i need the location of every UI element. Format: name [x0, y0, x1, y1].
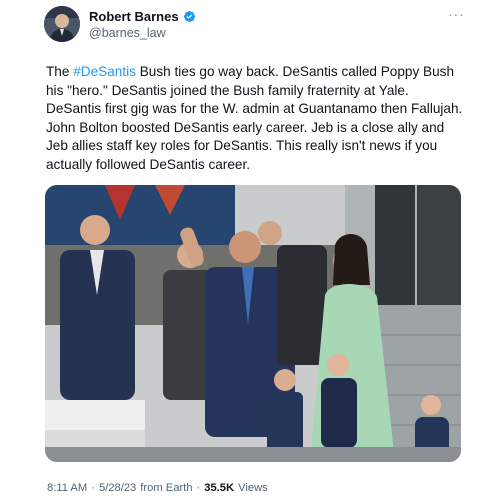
tweet-text-before: The [46, 64, 74, 79]
more-options-icon[interactable]: ··· [448, 6, 465, 22]
views-label: Views [238, 482, 268, 494]
meta-separator-2: · [196, 482, 201, 494]
tweet-text-after: Bush ties go way back. DeSantis called P… [46, 64, 467, 172]
avatar[interactable] [44, 6, 80, 42]
tweet-date[interactable]: 5/28/23 [99, 482, 136, 494]
hashtag-link[interactable]: #DeSantis [73, 64, 136, 79]
tweet-photo[interactable] [45, 185, 461, 462]
author-name-row[interactable]: Robert Barnes [89, 9, 196, 24]
author-display-name[interactable]: Robert Barnes [89, 9, 179, 24]
views-count: 35.5K [204, 482, 235, 494]
author-handle[interactable]: @barnes_law [89, 26, 166, 40]
tweet-source: from Earth [140, 482, 193, 494]
meta-separator: · [91, 482, 95, 494]
tweet-text: The #DeSantis Bush ties go way back. DeS… [46, 63, 466, 175]
tweet-meta: 8:11 AM · 5/28/23 from Earth · 35.5K Vie… [47, 482, 268, 494]
tweet-card: Robert Barnes @barnes_law ··· The #DeSan… [0, 0, 497, 500]
tweet-time[interactable]: 8:11 AM [47, 482, 87, 494]
verified-badge-icon [183, 10, 195, 23]
